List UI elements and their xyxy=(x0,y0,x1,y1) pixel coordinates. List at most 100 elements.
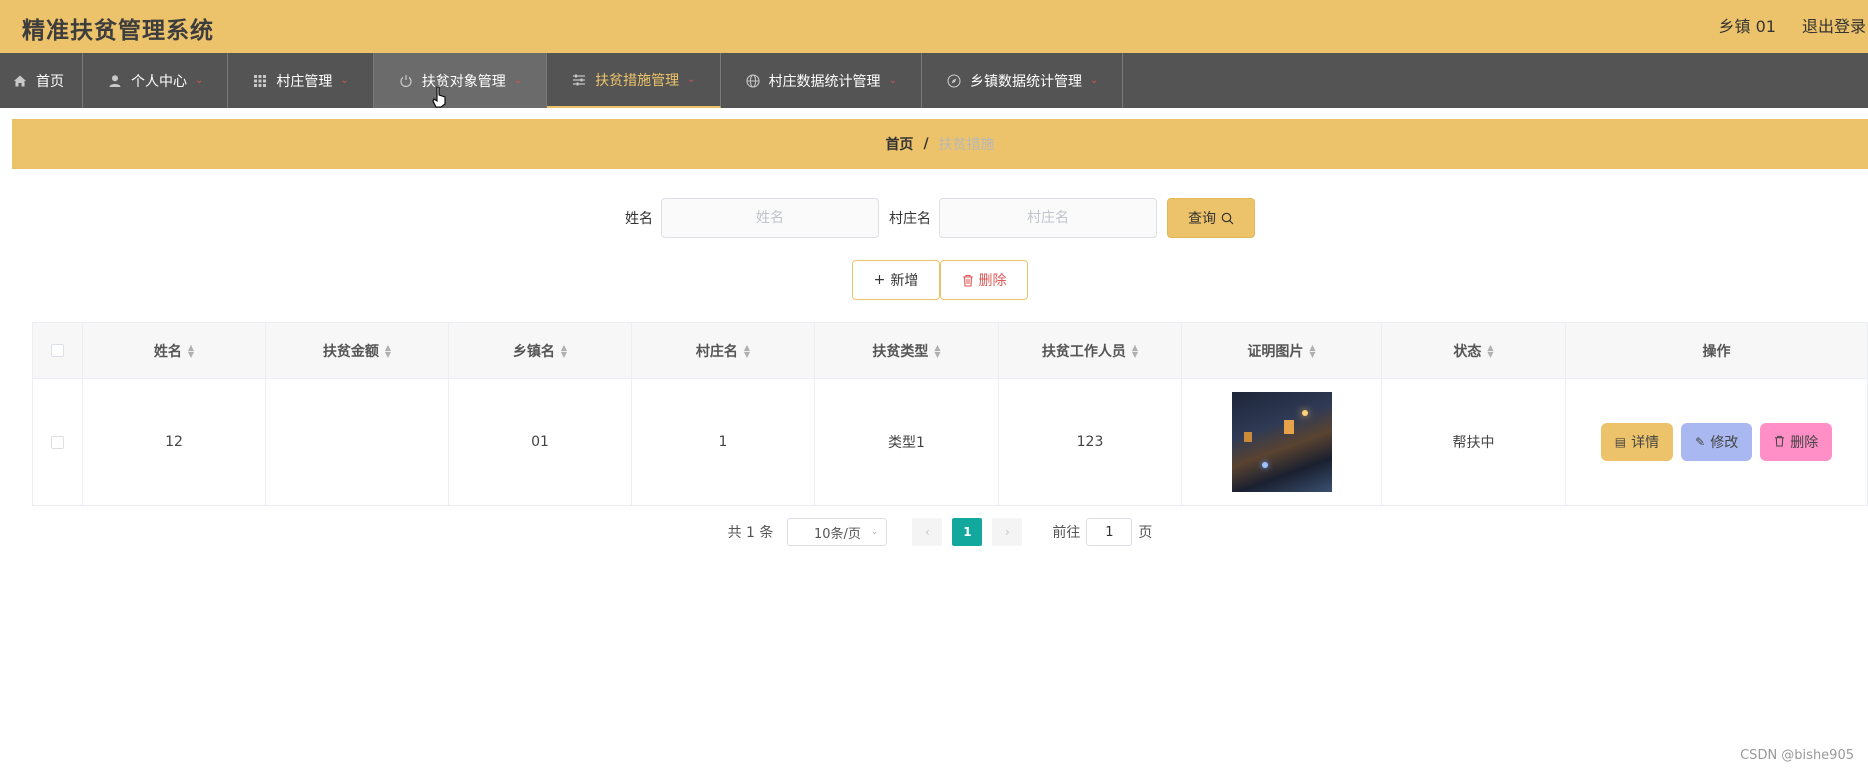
row-delete-button[interactable]: 删除 xyxy=(1760,423,1833,461)
page-size-select[interactable]: 10条/页 ⌄ xyxy=(787,518,888,546)
chevron-down-icon: ⌄ xyxy=(340,75,349,86)
breadcrumb-separator: / xyxy=(923,136,929,152)
nav-item-village-management[interactable]: 村庄管理 ⌄ xyxy=(228,53,374,108)
name-label: 姓名 xyxy=(625,211,653,227)
cell-status: 帮扶中 xyxy=(1382,379,1566,505)
document-icon: ▤ xyxy=(1614,435,1627,449)
nav-item-label: 首页 xyxy=(36,73,64,90)
page-number-button[interactable]: 1 xyxy=(952,518,983,546)
header-user-area: 乡镇 01 退出登录 xyxy=(1719,13,1866,37)
query-button[interactable]: 查询 xyxy=(1167,198,1255,238)
column-header-label: 姓名 xyxy=(153,343,182,360)
chevron-down-icon: ⌄ xyxy=(888,75,897,86)
sliders-icon xyxy=(571,72,587,88)
nav-item-label: 村庄数据统计管理 xyxy=(768,73,881,90)
home-icon xyxy=(12,73,28,89)
column-header-worker[interactable]: 扶贫工作人员 ▲ ▼ xyxy=(999,323,1182,378)
row-edit-button[interactable]: ✎ 修改 xyxy=(1681,423,1753,461)
delete-button[interactable]: 删除 xyxy=(940,260,1028,300)
top-header: 精准扶贫管理系统 乡镇 01 退出登录 xyxy=(0,0,1868,53)
main-nav: 首页 个人中心 ⌄ 村庄管理 ⌄ 扶贫对象管理 ⌄ 扶贫措施管理 ⌄ 村庄数据统… xyxy=(0,53,1868,108)
nav-item-town-statistics[interactable]: 乡镇数据统计管理 ⌄ xyxy=(922,53,1124,108)
nav-item-home[interactable]: 首页 xyxy=(0,53,83,108)
village-label: 村庄名 xyxy=(889,211,931,227)
cell-name: 12 xyxy=(83,379,266,505)
pencil-icon: ✎ xyxy=(1695,435,1706,449)
logout-link[interactable]: 退出登录 xyxy=(1802,13,1866,37)
column-header-amount[interactable]: 扶贫金额 ▲ ▼ xyxy=(266,323,449,378)
column-header-town[interactable]: 乡镇名 ▲ ▼ xyxy=(449,323,632,378)
main-content: 姓名 村庄名 查询 + 新增 删除 姓名 xyxy=(12,178,1868,566)
sort-icon[interactable]: ▲ ▼ xyxy=(561,343,567,358)
column-header-name[interactable]: 姓名 ▲ ▼ xyxy=(83,323,266,378)
edit-label: 修改 xyxy=(1710,435,1739,451)
page-size-value: 10条/页 xyxy=(813,526,861,542)
sort-icon[interactable]: ▲ ▼ xyxy=(385,343,391,358)
plus-icon: + xyxy=(873,272,886,288)
photo-window xyxy=(1283,420,1294,434)
column-header-label: 扶贫工作人员 xyxy=(1041,343,1126,360)
user-icon xyxy=(107,73,123,89)
watermark: CSDN @bishe905 xyxy=(1740,748,1854,763)
app-title: 精准扶贫管理系统 xyxy=(22,18,214,44)
breadcrumb-home[interactable]: 首页 xyxy=(885,134,913,154)
cell-photo xyxy=(1182,379,1382,505)
name-search-input[interactable] xyxy=(661,198,879,238)
chevron-down-icon: ⌄ xyxy=(687,74,696,85)
column-header-label: 村庄名 xyxy=(695,343,738,360)
chevron-down-icon: ⌄ xyxy=(870,527,879,537)
compass-icon xyxy=(946,73,962,89)
nav-item-label: 个人中心 xyxy=(131,73,187,90)
chevron-down-icon: ⌄ xyxy=(1089,75,1099,86)
row-checkbox[interactable] xyxy=(51,435,64,449)
select-all-checkbox[interactable] xyxy=(51,344,64,357)
breadcrumb-current: 扶贫措施 xyxy=(938,137,995,153)
page-unit-label: 页 xyxy=(1138,525,1153,541)
sort-icon[interactable]: ▲ ▼ xyxy=(744,343,750,358)
goto-page-input[interactable] xyxy=(1086,518,1133,546)
nav-item-label: 乡镇数据统计管理 xyxy=(969,73,1082,90)
data-table: 姓名 ▲ ▼ 扶贫金额 ▲ ▼ 乡镇名 ▲ ▼ 村庄名 ▲ ▼ 扶贫类型 ▲ ▼ 扶贫工作… xyxy=(32,322,1868,506)
sort-icon[interactable]: ▲ ▼ xyxy=(1487,343,1493,358)
pagination-total: 共 1 条 xyxy=(727,525,774,541)
current-user[interactable]: 乡镇 01 xyxy=(1719,13,1776,37)
nav-item-personal-center[interactable]: 个人中心 ⌄ xyxy=(83,53,229,108)
chevron-down-icon: ⌄ xyxy=(195,75,204,86)
proof-photo-thumbnail[interactable] xyxy=(1231,392,1332,492)
sort-icon[interactable]: ▲ ▼ xyxy=(1309,343,1315,358)
column-header-label: 操作 xyxy=(1702,343,1731,360)
column-header-label: 状态 xyxy=(1453,343,1482,360)
prev-page-button[interactable]: ‹ xyxy=(912,518,943,546)
sort-icon[interactable]: ▲ ▼ xyxy=(188,343,194,358)
column-header-village[interactable]: 村庄名 ▲ ▼ xyxy=(632,323,815,378)
nav-item-poverty-measures-management[interactable]: 扶贫措施管理 ⌄ xyxy=(547,53,721,108)
search-icon xyxy=(1221,212,1234,225)
photo-lamp xyxy=(1261,462,1268,468)
column-header-label: 证明图片 xyxy=(1247,343,1304,360)
column-header-status[interactable]: 状态 ▲ ▼ xyxy=(1382,323,1566,378)
photo-window xyxy=(1243,432,1252,442)
trash-icon xyxy=(1774,435,1785,450)
chevron-left-icon: ‹ xyxy=(925,525,930,539)
nav-item-poverty-target-management[interactable]: 扶贫对象管理 ⌄ xyxy=(373,53,548,108)
next-page-button[interactable]: › xyxy=(992,518,1023,546)
row-detail-button[interactable]: ▤ 详情 xyxy=(1600,423,1674,461)
add-button[interactable]: + 新增 xyxy=(852,260,940,300)
cell-actions: ▤ 详情 ✎ 修改 删除 xyxy=(1566,379,1867,505)
column-header-label: 扶贫类型 xyxy=(872,343,929,360)
grid-icon xyxy=(252,73,268,89)
cell-village: 1 xyxy=(632,379,815,505)
cell-type: 类型1 xyxy=(815,379,999,505)
column-header-type[interactable]: 扶贫类型 ▲ ▼ xyxy=(815,323,999,378)
nav-item-village-statistics[interactable]: 村庄数据统计管理 ⌄ xyxy=(721,53,922,108)
delete-button-label: 删除 xyxy=(978,273,1007,289)
sort-icon[interactable]: ▲ ▼ xyxy=(1132,343,1138,358)
sort-icon[interactable]: ▲ ▼ xyxy=(934,343,940,358)
column-header-photo[interactable]: 证明图片 ▲ ▼ xyxy=(1182,323,1382,378)
search-form: 姓名 村庄名 查询 xyxy=(12,198,1868,238)
delete-label: 删除 xyxy=(1790,435,1819,451)
village-search-input[interactable] xyxy=(939,198,1157,238)
column-header-label: 乡镇名 xyxy=(512,343,555,360)
table-header-row: 姓名 ▲ ▼ 扶贫金额 ▲ ▼ 乡镇名 ▲ ▼ 村庄名 ▲ ▼ 扶贫类型 ▲ ▼ 扶贫工作… xyxy=(33,323,1867,379)
column-header-label: 扶贫金额 xyxy=(322,343,379,360)
